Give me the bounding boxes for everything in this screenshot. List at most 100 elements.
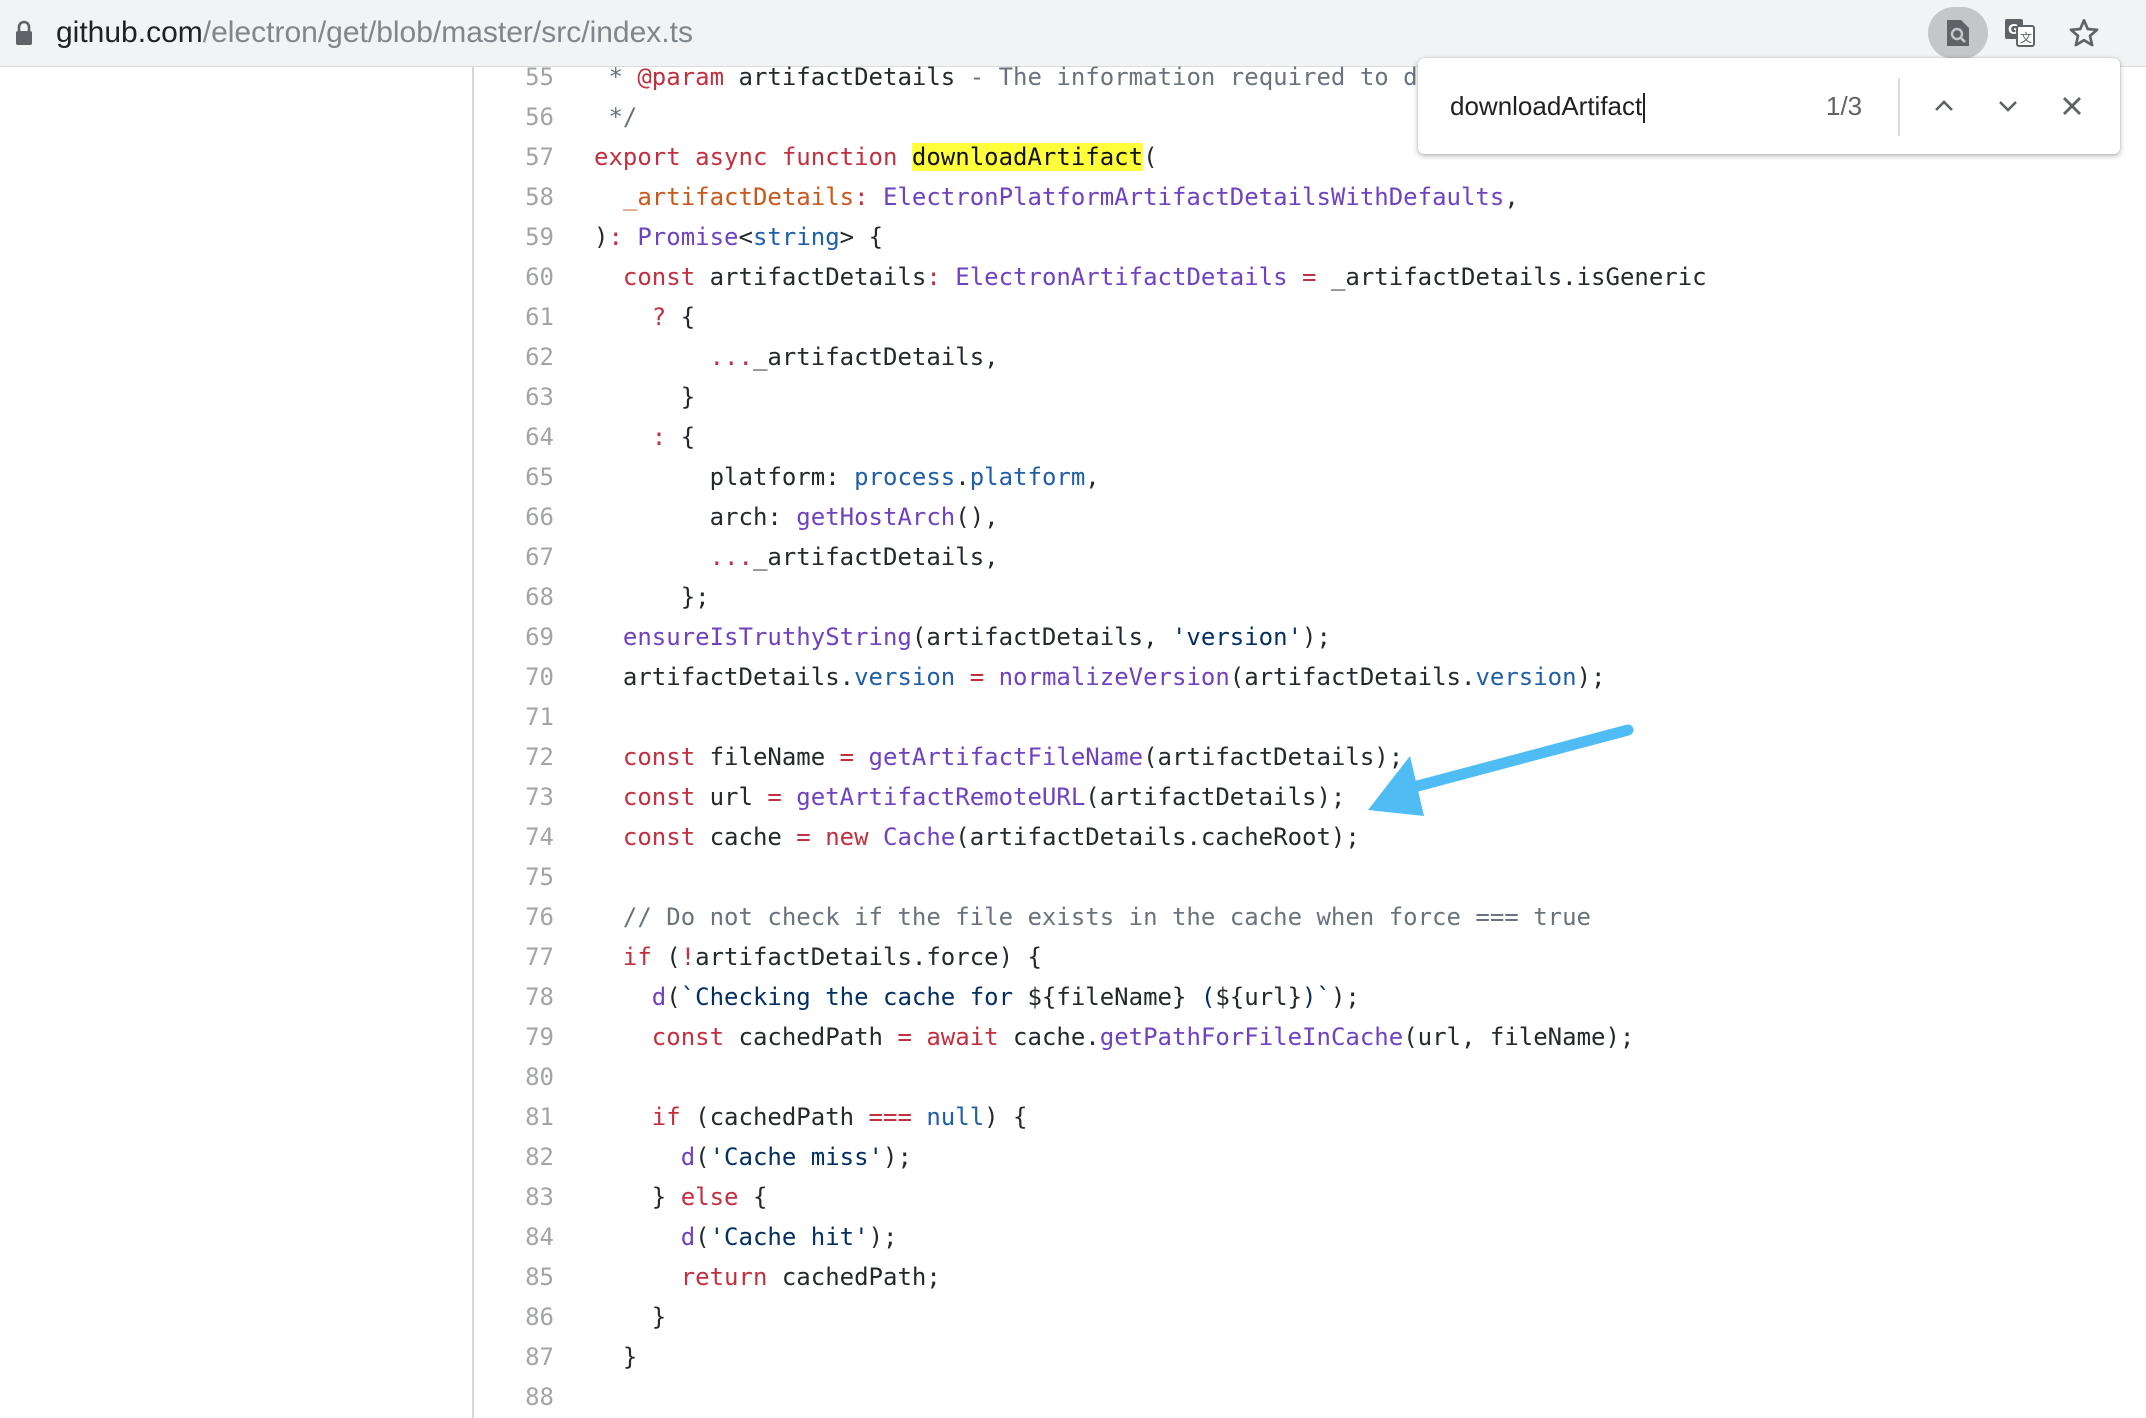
line-number[interactable]: 88 [474, 1377, 554, 1417]
code-token: (artifactDetails, [911, 623, 1172, 651]
line-number[interactable]: 75 [474, 857, 554, 897]
line-source: ): Promise<string> { [594, 217, 883, 257]
code-token: getArtifactFileName [868, 743, 1144, 771]
code-token: ${fileName} [1027, 983, 1187, 1011]
line-number[interactable]: 61 [474, 297, 554, 337]
line-number[interactable]: 79 [474, 1017, 554, 1057]
code-token: { [752, 1183, 768, 1211]
line-number[interactable]: 68 [474, 577, 554, 617]
line-number[interactable]: 85 [474, 1257, 554, 1297]
find-close-button[interactable] [2050, 84, 2094, 128]
line-source: } [594, 377, 695, 417]
line-number[interactable]: 58 [474, 177, 554, 217]
find-match-count: 1/3 [1826, 91, 1863, 121]
line-source: const artifactDetails: ElectronArtifactD… [594, 257, 1707, 297]
find-next-button[interactable] [1986, 84, 2030, 128]
code-line: 77 if (!artifactDetails.force) { [474, 937, 2146, 977]
line-number[interactable]: 78 [474, 977, 554, 1017]
lock-icon[interactable] [14, 20, 34, 46]
line-number[interactable]: 76 [474, 897, 554, 937]
code-line: 62 ..._artifactDetails, [474, 337, 2146, 377]
code-token: ); [868, 1223, 898, 1251]
line-number[interactable]: 55 [474, 57, 554, 97]
code-token: ( [1143, 143, 1158, 171]
line-source: ..._artifactDetails, [594, 337, 999, 377]
bookmark-button[interactable] [2054, 7, 2114, 59]
code-token: */ [594, 103, 638, 131]
code-token: ) [594, 223, 609, 251]
line-number[interactable]: 66 [474, 497, 554, 537]
code-line: 60 const artifactDetails: ElectronArtifa… [474, 257, 2146, 297]
code-token: = [955, 663, 999, 691]
svg-text:文: 文 [2020, 30, 2032, 45]
code-token: ensureIsTruthyString [594, 623, 912, 651]
url-text[interactable]: github.com/electron/get/blob/master/src/… [56, 13, 693, 53]
line-number[interactable]: 84 [474, 1217, 554, 1257]
code-token: const [594, 783, 710, 811]
line-number[interactable]: 57 [474, 137, 554, 177]
line-number[interactable]: 59 [474, 217, 554, 257]
code-token: ( [695, 1223, 710, 1251]
line-number[interactable]: 74 [474, 817, 554, 857]
chevron-down-icon [1999, 101, 2017, 112]
translate-button[interactable]: G 文 [1990, 7, 2050, 59]
code-token: ElectronArtifactDetails [955, 263, 1288, 291]
code-token: platform [969, 463, 1086, 491]
line-number[interactable]: 67 [474, 537, 554, 577]
find-previous-button[interactable] [1922, 84, 1966, 128]
code-token: cache. [1013, 1023, 1100, 1051]
line-number[interactable]: 62 [474, 337, 554, 377]
line-source: d('Cache miss'); [594, 1137, 912, 1177]
code-token: Promise [637, 223, 739, 251]
line-number[interactable]: 80 [474, 1057, 554, 1097]
code-line: 59 ): Promise<string> { [474, 217, 2146, 257]
code-token: ... [594, 543, 753, 571]
find-in-page-button[interactable] [1928, 7, 1988, 59]
line-number[interactable]: 77 [474, 937, 554, 977]
line-number[interactable]: 73 [474, 777, 554, 817]
code-token: getPathForFileInCache [1099, 1023, 1404, 1051]
code-line: 73 const url = getArtifactRemoteURL(arti… [474, 777, 2146, 817]
code-line: 66 arch: getHostArch(), [474, 497, 2146, 537]
line-source: d('Cache hit'); [594, 1217, 898, 1257]
code-token: ( [1186, 983, 1216, 1011]
code-token: _artifactDetails, [752, 543, 999, 571]
line-number[interactable]: 56 [474, 97, 554, 137]
code-token: getHostArch [796, 503, 956, 531]
line-number[interactable]: 86 [474, 1297, 554, 1337]
line-source: artifactDetails.version = normalizeVersi… [594, 657, 1606, 697]
code-token: ) { [984, 1103, 1028, 1131]
code-token: Cache [883, 823, 956, 851]
code-line: 64 : { [474, 417, 2146, 457]
line-number[interactable]: 60 [474, 257, 554, 297]
line-number[interactable]: 71 [474, 697, 554, 737]
code-token: (artifactDetails. [1229, 663, 1476, 691]
line-number[interactable]: 65 [474, 457, 554, 497]
line-source: if (cachedPath === null) { [594, 1097, 1028, 1137]
code-line: 68 }; [474, 577, 2146, 617]
line-number[interactable]: 81 [474, 1097, 554, 1137]
line-number[interactable]: 82 [474, 1137, 554, 1177]
code-line: 79 const cachedPath = await cache.getPat… [474, 1017, 2146, 1057]
line-number[interactable]: 70 [474, 657, 554, 697]
find-input[interactable]: downloadArtifact [1450, 88, 1646, 124]
code-token: - The information required to d [969, 63, 1418, 91]
code-line: 87 } [474, 1337, 2146, 1377]
code-token: normalizeVersion [998, 663, 1230, 691]
line-number[interactable]: 64 [474, 417, 554, 457]
code-token: (artifactDetails.cacheRoot); [955, 823, 1360, 851]
code-token: ); [1302, 623, 1331, 651]
line-number[interactable]: 72 [474, 737, 554, 777]
line-number[interactable]: 69 [474, 617, 554, 657]
code-token: * [594, 63, 638, 91]
line-source: : { [594, 417, 695, 457]
code-token: export async function [594, 143, 912, 171]
code-token: _artifactDetails.isGeneric [1330, 263, 1707, 291]
chevron-up-icon [1935, 100, 1953, 111]
line-number[interactable]: 63 [474, 377, 554, 417]
line-number[interactable]: 87 [474, 1337, 554, 1377]
line-source: const fileName = getArtifactFileName(art… [594, 737, 1403, 777]
line-source: // Do not check if the file exists in th… [594, 897, 1591, 937]
code-line: 82 d('Cache miss'); [474, 1137, 2146, 1177]
line-number[interactable]: 83 [474, 1177, 554, 1217]
